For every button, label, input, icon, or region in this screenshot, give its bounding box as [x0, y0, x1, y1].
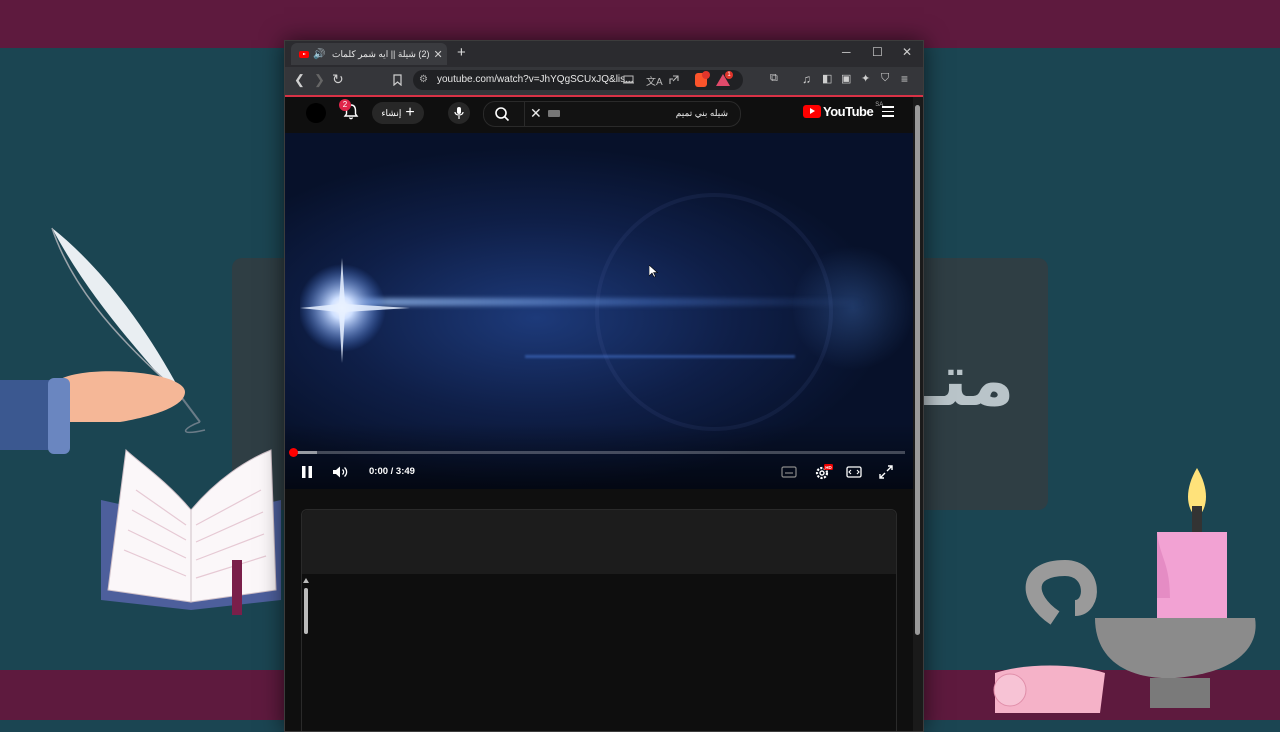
- live-chat-panel: [301, 509, 897, 731]
- address-url[interactable]: youtube.com/watch?v=JhYQgSCUxJQ&lis...: [437, 74, 633, 85]
- page-scrollbar-thumb[interactable]: [915, 105, 920, 635]
- reload-button[interactable]: ↻: [332, 71, 344, 88]
- plus-icon: +: [405, 104, 415, 121]
- search-box[interactable]: ✕ شيله بني تميم: [483, 101, 741, 127]
- back-button[interactable]: ❮: [294, 72, 305, 88]
- shields-count-badge: [702, 71, 710, 79]
- notifications-button[interactable]: 2: [339, 99, 359, 125]
- lens-flare-orb: [793, 243, 913, 373]
- youtube-play-icon: [803, 105, 821, 118]
- youtube-logo-text: YouTube: [823, 104, 874, 119]
- sidebar-icon[interactable]: ◧: [822, 72, 832, 85]
- search-input[interactable]: شيله بني تميم: [676, 108, 728, 119]
- window-close-button[interactable]: ✕: [902, 45, 912, 59]
- youtube-masthead: 2 إنشاء + ✕ شيله بني تميم YouTube SA: [285, 97, 913, 129]
- clear-search-button[interactable]: ✕: [530, 105, 542, 122]
- voice-search-button[interactable]: [448, 102, 470, 124]
- pause-button[interactable]: [301, 465, 313, 479]
- share-icon[interactable]: [669, 75, 679, 85]
- notification-count-badge: 2: [339, 99, 351, 111]
- tab-strip: 🔊 (2) شيلة || ايه شمر كلمات || نادر ✕ + …: [285, 41, 923, 67]
- subtitles-button[interactable]: [781, 466, 797, 478]
- keyboard-icon[interactable]: [548, 110, 560, 117]
- background-arabic-text: متـ: [916, 338, 1015, 422]
- mouse-cursor-icon: [649, 265, 658, 278]
- fullscreen-exit-icon[interactable]: [879, 465, 893, 479]
- bookmark-icon[interactable]: [393, 74, 402, 86]
- account-avatar[interactable]: [306, 103, 326, 123]
- browser-window: 🔊 (2) شيلة || ايه شمر كلمات || نادر ✕ + …: [284, 40, 924, 732]
- page-scrollbar[interactable]: [913, 97, 923, 731]
- music-icon[interactable]: ♫: [802, 72, 811, 86]
- lens-flare-streak-low: [525, 355, 795, 358]
- panel-header: [302, 510, 896, 574]
- volume-button[interactable]: [332, 465, 349, 479]
- tab-youtube-video[interactable]: 🔊 (2) شيلة || ايه شمر كلمات || نادر ✕: [291, 43, 447, 65]
- screenshot-icon[interactable]: ⧉: [770, 72, 778, 85]
- address-bar[interactable]: ⚙ youtube.com/watch?v=JhYQgSCUxJQ&lis...…: [413, 70, 743, 90]
- search-divider: [524, 102, 525, 126]
- theater-mode-button[interactable]: [846, 466, 862, 478]
- scrubber-handle[interactable]: [289, 448, 298, 457]
- browser-toolbar: ❮ ❯ ↻ ⚙ youtube.com/watch?v=JhYQgSCUxJQ&…: [285, 67, 923, 95]
- leo-ai-icon[interactable]: ✦: [861, 72, 870, 85]
- lens-flare-star: [300, 258, 410, 363]
- rewards-badge: 1: [725, 71, 733, 79]
- panel-scrollbar-thumb[interactable]: [304, 588, 308, 634]
- youtube-logo[interactable]: YouTube SA: [803, 102, 883, 119]
- search-icon[interactable]: [494, 106, 510, 122]
- hd-badge: HD: [825, 465, 832, 470]
- quill-hand-illustration: [0, 227, 206, 454]
- scroll-up-arrow-icon[interactable]: [303, 578, 309, 583]
- youtube-favicon-icon: [299, 50, 309, 58]
- menu-icon[interactable]: ≡: [901, 72, 908, 86]
- minimize-button[interactable]: ─: [842, 45, 851, 59]
- time-display: 0:00 / 3:49: [369, 466, 415, 477]
- translate-icon[interactable]: 文A: [646, 73, 663, 88]
- create-label: إنشاء: [381, 107, 402, 118]
- new-tab-button[interactable]: +: [457, 44, 466, 61]
- tab-title: (2) شيلة || ايه شمر كلمات || نادر: [329, 48, 430, 59]
- candle-lamp-illustration: [993, 468, 1256, 713]
- install-app-icon[interactable]: [623, 75, 634, 84]
- maximize-button[interactable]: ☐: [872, 45, 883, 59]
- youtube-page: 2 إنشاء + ✕ شيله بني تميم YouTube SA 0:0…: [285, 97, 913, 731]
- microphone-icon: [454, 107, 464, 119]
- forward-button[interactable]: ❯: [314, 72, 325, 88]
- video-player[interactable]: 0:00 / 3:49 HD: [285, 133, 913, 489]
- open-book-illustration: [101, 448, 281, 615]
- create-button[interactable]: إنشاء +: [372, 102, 424, 124]
- settings-gear-icon[interactable]: HD: [813, 464, 833, 480]
- progress-bar[interactable]: [289, 448, 905, 457]
- wallet-icon[interactable]: ▣: [841, 72, 851, 85]
- tab-close-button[interactable]: ✕: [433, 48, 442, 61]
- guide-menu-icon[interactable]: [882, 106, 894, 120]
- site-info-icon[interactable]: ⚙: [419, 74, 428, 85]
- vpn-icon[interactable]: ⛉: [881, 72, 889, 85]
- speaker-icon[interactable]: 🔊: [313, 49, 325, 60]
